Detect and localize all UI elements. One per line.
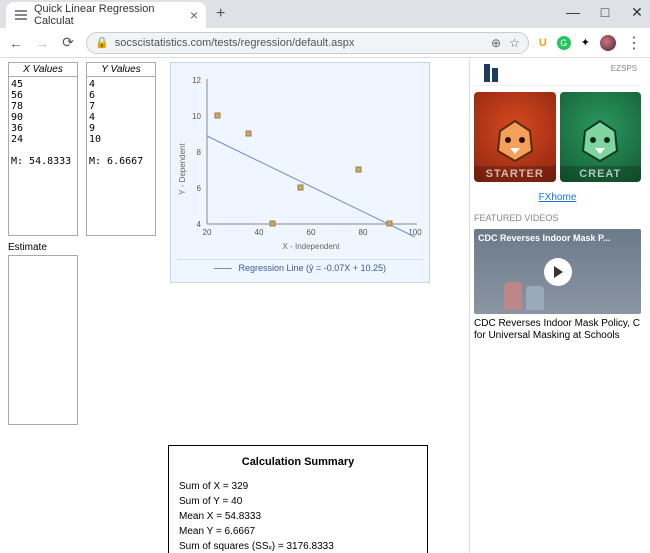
svg-text:10: 10 bbox=[192, 112, 201, 121]
creator-logo[interactable]: CREAT bbox=[560, 92, 642, 182]
profile-avatar[interactable] bbox=[600, 35, 616, 51]
forward-button[interactable]: → bbox=[34, 35, 50, 51]
browser-menu-icon[interactable]: ⋮ bbox=[626, 33, 642, 53]
svg-text:8: 8 bbox=[197, 148, 202, 157]
summary-meany: Mean Y = 6.6667 bbox=[179, 524, 417, 539]
svg-text:20: 20 bbox=[203, 228, 212, 237]
extensions-puzzle-icon[interactable]: ✦ bbox=[581, 36, 590, 49]
legend-text: Regression Line (ŷ = -0.07X + 10.25) bbox=[238, 263, 386, 273]
back-button[interactable]: ← bbox=[8, 35, 24, 51]
svg-text:80: 80 bbox=[359, 228, 368, 237]
x-axis-label: X - Independent bbox=[283, 242, 341, 251]
featured-video-thumbnail[interactable]: CDC Reverses Indoor Mask P... bbox=[474, 229, 641, 314]
summary-ssx: Sum of squares (SSₓ) = 3176.8333 bbox=[179, 539, 417, 553]
sidebar-ads: EZSPS STARTER CREAT FXhome FEATURED VIDE… bbox=[470, 58, 645, 553]
wolf-mascot-green-icon bbox=[575, 116, 625, 166]
reload-button[interactable]: ⟳ bbox=[60, 34, 76, 51]
address-bar[interactable]: 🔒 socscistatistics.com/tests/regression/… bbox=[86, 32, 529, 54]
main-area: X Values Estimate Y Values Y - Dependent… bbox=[0, 58, 470, 553]
starter-logo[interactable]: STARTER bbox=[474, 92, 556, 182]
browser-toolbar: ← → ⟳ 🔒 socscistatistics.com/tests/regre… bbox=[0, 28, 650, 58]
extension-grammarly-icon[interactable]: G bbox=[557, 36, 571, 50]
ad-banner-top[interactable]: EZSPS bbox=[474, 62, 641, 86]
logo-ad-row: STARTER CREAT bbox=[474, 92, 641, 182]
svg-text:6: 6 bbox=[197, 184, 202, 193]
starter-label: STARTER bbox=[474, 166, 556, 182]
svg-text:100: 100 bbox=[408, 228, 422, 237]
legend-line-icon bbox=[214, 268, 232, 269]
window-titlebar: Quick Linear Regression Calculat × + — □… bbox=[0, 0, 650, 28]
new-tab-button[interactable]: + bbox=[216, 5, 225, 23]
x-values-textarea[interactable] bbox=[8, 76, 78, 236]
summary-title: Calculation Summary bbox=[179, 454, 417, 471]
estimate-textarea[interactable] bbox=[8, 255, 78, 425]
svg-text:60: 60 bbox=[307, 228, 316, 237]
x-values-column: X Values Estimate bbox=[8, 62, 78, 425]
video-person-shape bbox=[504, 282, 522, 310]
summary-sumy: Sum of Y = 40 bbox=[179, 494, 417, 509]
video-caption: CDC Reverses Indoor Mask Policy, C for U… bbox=[474, 318, 641, 342]
window-maximize-button[interactable]: □ bbox=[598, 4, 612, 21]
tab-title: Quick Linear Regression Calculat bbox=[34, 3, 190, 27]
ad-tag: EZSPS bbox=[611, 64, 637, 73]
search-icon[interactable]: ⊕ bbox=[491, 36, 501, 50]
y-values-header: Y Values bbox=[86, 62, 156, 76]
wolf-mascot-icon bbox=[490, 116, 540, 166]
svg-text:40: 40 bbox=[255, 228, 264, 237]
chart-container: Y - Dependent 4 6 8 10 12 20 40 60 bbox=[170, 62, 430, 425]
estimate-label: Estimate bbox=[8, 242, 78, 253]
svg-text:4: 4 bbox=[197, 220, 202, 229]
video-person-shape-2 bbox=[526, 286, 544, 310]
ad-figure-icon bbox=[478, 64, 504, 82]
browser-tab[interactable]: Quick Linear Regression Calculat × bbox=[6, 2, 206, 28]
url-text: socscistatistics.com/tests/regression/de… bbox=[115, 37, 355, 49]
fxhome-link[interactable]: FXhome bbox=[474, 192, 641, 203]
tab-favicon bbox=[14, 8, 28, 22]
creator-label: CREAT bbox=[560, 166, 642, 182]
regression-chart: Y - Dependent 4 6 8 10 12 20 40 60 bbox=[170, 62, 430, 283]
y-values-column: Y Values bbox=[86, 62, 156, 425]
page-content: X Values Estimate Y Values Y - Dependent… bbox=[0, 58, 650, 553]
y-axis-label: Y - Dependent bbox=[178, 143, 187, 195]
chart-legend: Regression Line (ŷ = -0.07X + 10.25) bbox=[177, 259, 423, 276]
play-icon[interactable] bbox=[544, 258, 572, 286]
video-overlay-title: CDC Reverses Indoor Mask P... bbox=[478, 233, 637, 243]
extension-u-icon[interactable]: U bbox=[539, 37, 547, 49]
window-close-button[interactable]: ✕ bbox=[630, 4, 644, 21]
tab-close-icon[interactable]: × bbox=[190, 7, 198, 23]
y-values-textarea[interactable] bbox=[86, 76, 156, 236]
lock-icon: 🔒 bbox=[95, 36, 109, 49]
calculation-summary: Calculation Summary Sum of X = 329 Sum o… bbox=[168, 445, 428, 553]
bookmark-star-icon[interactable]: ☆ bbox=[509, 36, 520, 50]
x-values-header: X Values bbox=[8, 62, 78, 76]
svg-text:12: 12 bbox=[192, 76, 201, 85]
summary-sumx: Sum of X = 329 bbox=[179, 479, 417, 494]
summary-meanx: Mean X = 54.8333 bbox=[179, 509, 417, 524]
featured-videos-header: FEATURED VIDEOS bbox=[474, 213, 641, 223]
window-minimize-button[interactable]: — bbox=[566, 4, 580, 21]
